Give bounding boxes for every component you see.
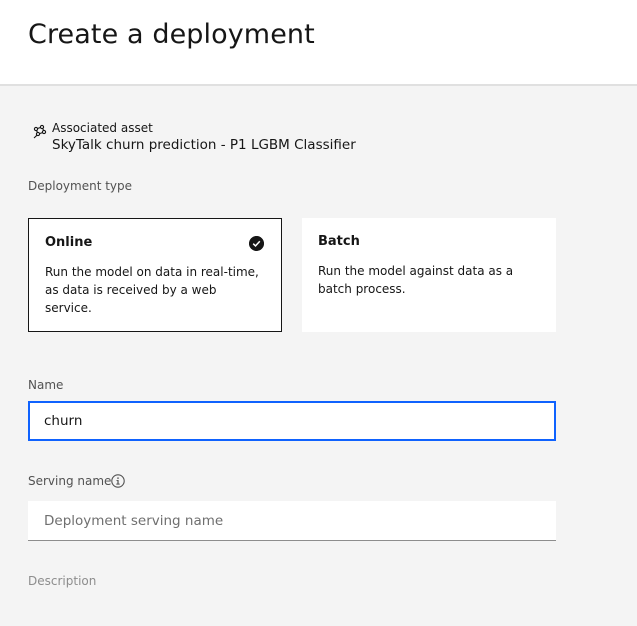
model-icon	[33, 124, 47, 139]
checkmark-filled-icon	[249, 236, 264, 251]
deployment-type-online-tile[interactable]: Online Run the model on data in real-tim…	[28, 218, 282, 332]
serving-name-label: Serving name	[28, 474, 112, 488]
tile-title: Batch	[318, 234, 360, 249]
name-input[interactable]	[28, 401, 556, 441]
deployment-type-label: Deployment type	[28, 179, 133, 193]
information-icon[interactable]	[111, 474, 125, 488]
description-label: Description	[28, 574, 97, 588]
tile-title: Online	[45, 235, 93, 250]
associated-asset-label: Associated asset	[52, 121, 153, 135]
tile-description: Run the model against data as a batch pr…	[318, 264, 514, 296]
name-label: Name	[28, 378, 64, 392]
associated-asset-value: SkyTalk churn prediction - P1 LGBM Class…	[52, 137, 356, 153]
deployment-type-batch-tile[interactable]: Batch Run the model against data as a ba…	[302, 218, 556, 332]
tile-description: Run the model on data in real-time, as d…	[45, 265, 259, 315]
page-title: Create a deployment	[28, 19, 315, 50]
page-header: Create a deployment	[0, 0, 637, 86]
serving-name-input[interactable]	[28, 501, 556, 541]
